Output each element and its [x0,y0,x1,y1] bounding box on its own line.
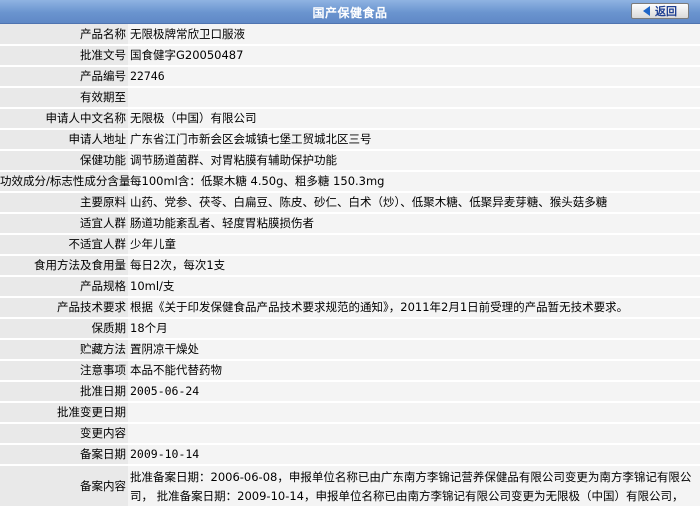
table-row: 变更内容 [0,423,700,445]
page-header: 国产保健食品 返回 [0,0,700,24]
row-value: 调节肠道菌群、对胃粘膜有辅助保护功能 [128,150,700,172]
row-label: 功效成分/标志性成分含量 [0,171,131,193]
table-row: 食用方法及食用量 每日2次，每次1支 [0,255,700,277]
table-row: 产品编号 22746 [0,66,700,88]
row-label: 适宜人群 [0,213,128,235]
table-row: 备案日期 2009-10-14 [0,444,700,466]
row-label: 有效期至 [0,87,128,109]
row-value: 18个月 [128,318,700,340]
row-label: 不适宜人群 [0,234,128,256]
table-row: 产品技术要求 根据《关于印发保健食品产品技术要求规范的通知》，2011年2月1日… [0,297,700,319]
row-label: 产品技术要求 [0,297,128,319]
row-value: 根据《关于印发保健食品产品技术要求规范的通知》，2011年2月1日前受理的产品暂… [128,297,700,319]
table-row: 保质期 18个月 [0,318,700,340]
table-row: 注意事项 本品不能代替药物 [0,360,700,382]
page-title: 国产保健食品 [312,6,388,20]
row-label: 主要原料 [0,192,128,214]
arrow-left-icon [643,6,650,16]
row-label: 备案日期 [0,444,128,466]
table-row: 申请人地址 广东省江门市新会区会城镇七堡工贸城北区三号 [0,129,700,151]
row-value: 无限极牌常欣卫口服液 [128,24,700,46]
row-label: 食用方法及食用量 [0,255,128,277]
table-row: 不适宜人群 少年儿童 [0,234,700,256]
product-detail-table: 产品名称 无限极牌常欣卫口服液 批准文号 国食健字G20050487 产品编号 … [0,24,700,508]
row-value: 肠道功能紊乱者、轻度胃粘膜损伤者 [128,213,700,235]
table-row: 产品名称 无限极牌常欣卫口服液 [0,24,700,46]
row-value: 少年儿童 [128,234,700,256]
row-label: 申请人地址 [0,129,128,151]
table-row: 批准变更日期 [0,402,700,424]
back-button[interactable]: 返回 [631,3,689,19]
row-value: 无限极（中国）有限公司 [128,108,700,130]
row-value [128,402,700,424]
table-row: 适宜人群 肠道功能紊乱者、轻度胃粘膜损伤者 [0,213,700,235]
row-value: 10ml/支 [128,276,700,298]
row-value: 本品不能代替药物 [128,360,700,382]
row-value: 置阴凉干燥处 [128,339,700,361]
row-value: 22746 [128,66,700,88]
row-label: 批准文号 [0,45,128,67]
row-label: 保质期 [0,318,128,340]
table-row: 功效成分/标志性成分含量 每100ml含：低聚木糖 4.50g、粗多糖 150.… [0,171,700,193]
row-label: 备案内容 [0,465,128,508]
table-row: 产品规格 10ml/支 [0,276,700,298]
row-label-text: 功效成分/标志性成分含量 [0,174,131,188]
table-row: 备案内容 批准备案日期：2006-06-08，申报单位名称已由广东南方李锦记营养… [0,465,700,508]
table-row: 有效期至 [0,87,700,109]
table-row: 批准文号 国食健字G20050487 [0,45,700,67]
row-value: 2009-10-14 [128,444,700,466]
row-value: 山药、党参、茯苓、白扁豆、陈皮、砂仁、白术（炒）、低聚木糖、低聚异麦芽糖、猴头菇… [128,192,700,214]
row-label: 保健功能 [0,150,128,172]
row-value: 2005-06-24 [128,381,700,403]
row-label: 变更内容 [0,423,128,445]
row-label: 批准变更日期 [0,402,128,424]
row-label: 产品规格 [0,276,128,298]
row-value: 国食健字G20050487 [128,45,700,67]
table-row: 贮藏方法 置阴凉干燥处 [0,339,700,361]
row-label: 申请人中文名称 [0,108,128,130]
back-button-label: 返回 [655,5,677,18]
table-row: 保健功能 调节肠道菌群、对胃粘膜有辅助保护功能 [0,150,700,172]
table-row: 批准日期 2005-06-24 [0,381,700,403]
row-value: 每100ml含：低聚木糖 4.50g、粗多糖 150.3mg [128,171,700,193]
row-value [128,87,700,109]
table-row: 主要原料 山药、党参、茯苓、白扁豆、陈皮、砂仁、白术（炒）、低聚木糖、低聚异麦芽… [0,192,700,214]
row-label: 批准日期 [0,381,128,403]
row-value: 每日2次，每次1支 [128,255,700,277]
table-row: 申请人中文名称 无限极（中国）有限公司 [0,108,700,130]
row-label: 贮藏方法 [0,339,128,361]
row-label: 产品名称 [0,24,128,46]
row-label: 注意事项 [0,360,128,382]
row-value [128,423,700,445]
row-value: 批准备案日期：2006-06-08，申报单位名称已由广东南方李锦记营养保健品有限… [128,465,700,508]
row-label: 产品编号 [0,66,128,88]
row-value: 广东省江门市新会区会城镇七堡工贸城北区三号 [128,129,700,151]
